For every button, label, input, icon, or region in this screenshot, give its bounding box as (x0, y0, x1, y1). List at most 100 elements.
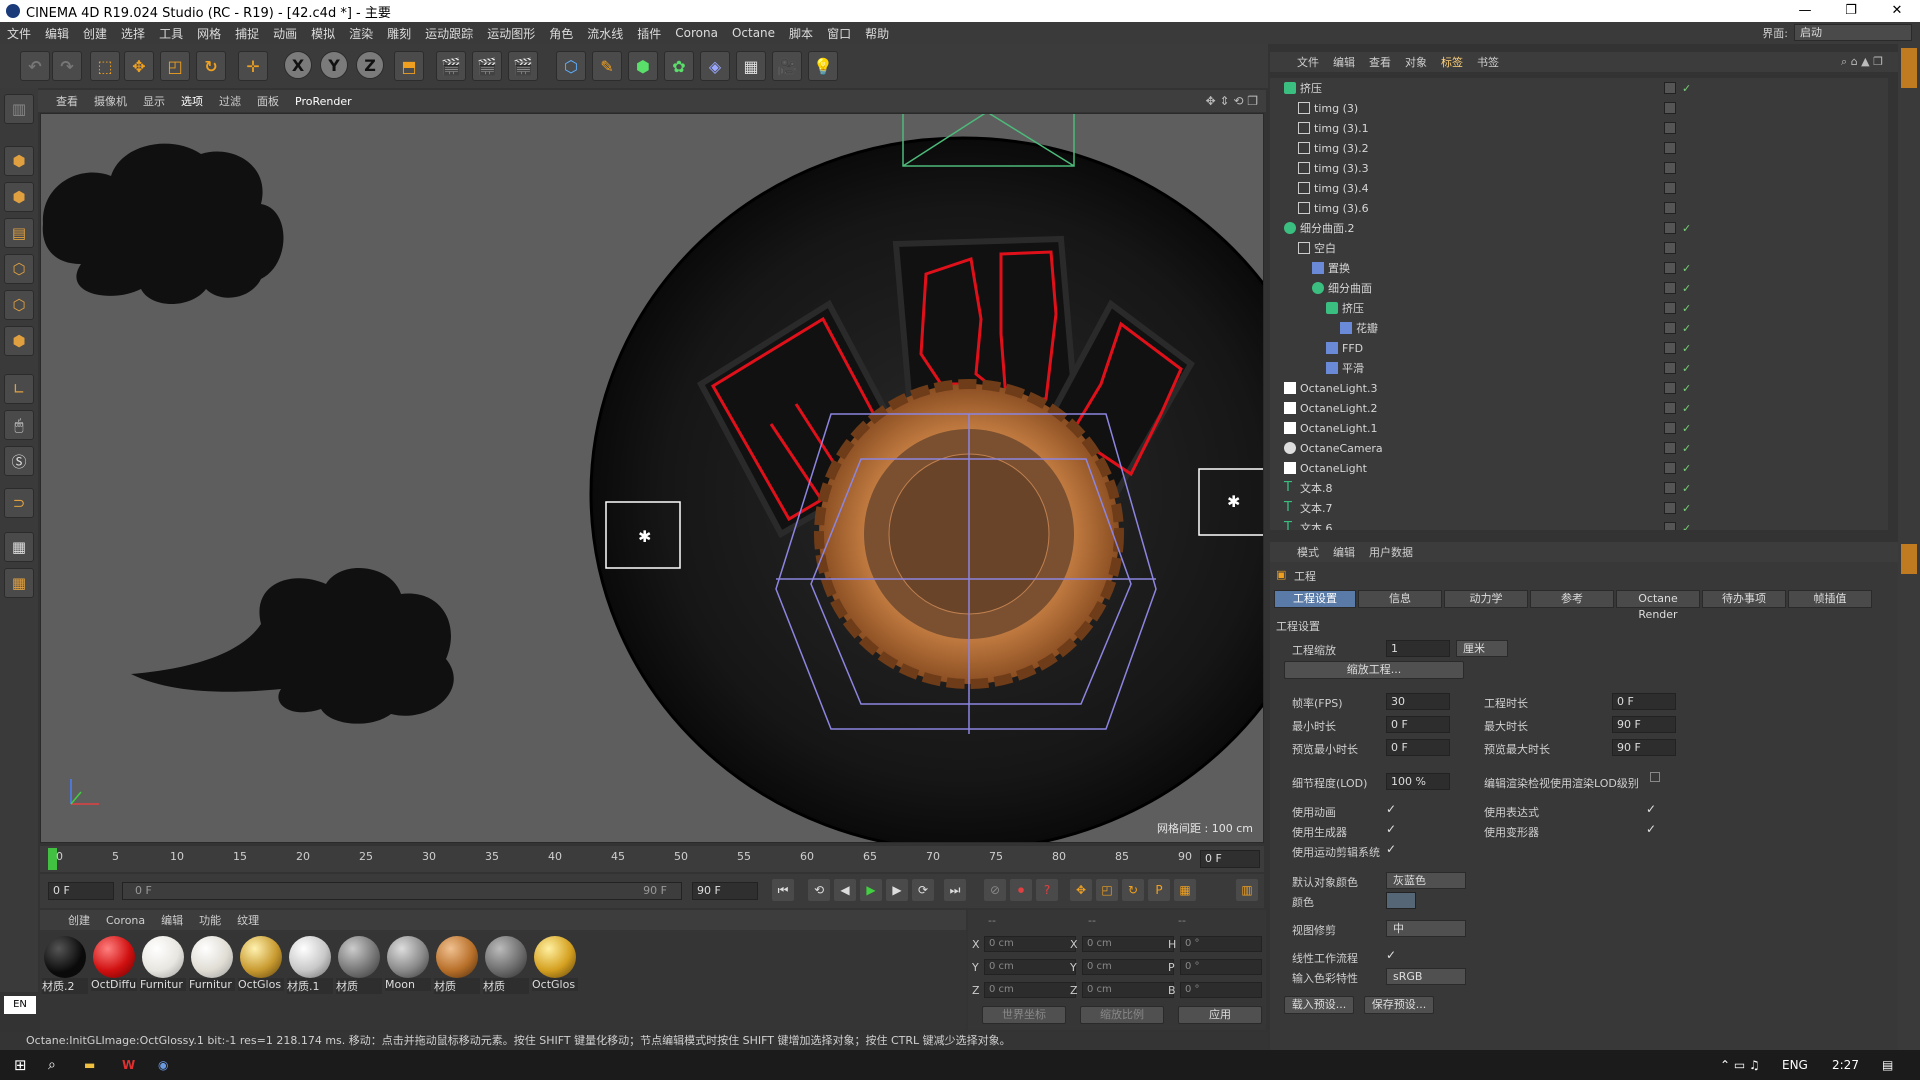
material-swatch[interactable]: 材质.1 (287, 936, 333, 996)
viewport-menu-options[interactable]: 选项 (173, 93, 211, 109)
visibility-toggle[interactable] (1664, 502, 1676, 514)
max-time-field[interactable]: 90 F (1612, 716, 1676, 733)
key-position-icon[interactable]: ✥ (1070, 879, 1092, 901)
visibility-toggle[interactable] (1664, 142, 1676, 154)
object-row[interactable]: timg (3).4 (1270, 178, 1888, 198)
light-icon[interactable]: 💡 (808, 51, 838, 81)
key-param-icon[interactable]: P (1148, 879, 1170, 901)
visibility-toggle[interactable] (1664, 282, 1676, 294)
position-z-field[interactable]: 0 cm (984, 982, 1076, 998)
tab-todo[interactable]: 待办事项 (1702, 590, 1786, 608)
preview-max-field[interactable]: 90 F (1612, 739, 1676, 756)
ime-indicator[interactable]: ENG (1782, 1050, 1808, 1080)
cube-object-icon[interactable]: ⬡ (556, 51, 586, 81)
visibility-toggle[interactable] (1664, 362, 1676, 374)
minimize-button[interactable]: — (1782, 0, 1828, 22)
material-swatch[interactable]: OctDiffu (91, 936, 137, 996)
enabled-check-icon[interactable]: ✓ (1682, 402, 1691, 415)
material-menu-create[interactable]: 创建 (60, 912, 98, 928)
object-row[interactable]: 空白 (1270, 238, 1888, 258)
use-generators-checkbox[interactable]: ✓ (1386, 822, 1396, 836)
size-y-field[interactable]: 0 cm (1082, 959, 1174, 975)
visibility-toggle[interactable] (1664, 102, 1676, 114)
menu-help[interactable]: 帮助 (858, 25, 896, 42)
material-menu-corona[interactable]: Corona (98, 914, 153, 927)
material-swatch[interactable]: 材质 (336, 936, 382, 996)
current-frame-field[interactable]: 0 F (1200, 850, 1260, 868)
coordinate-system-icon[interactable]: ⬒ (394, 51, 424, 81)
material-swatch[interactable]: 材质 (434, 936, 480, 996)
next-key-icon[interactable]: ⟳ (912, 879, 934, 901)
menu-octane[interactable]: Octane (725, 26, 782, 40)
menu-tools[interactable]: 工具 (152, 25, 190, 42)
workplane-icon[interactable]: ▤ (4, 218, 34, 248)
object-row[interactable]: 花瓣 ✓ (1270, 318, 1888, 338)
material-menu-function[interactable]: 功能 (191, 912, 229, 928)
viewport-nav-icons[interactable]: ✥ ⇕ ⟲ ❐ (1206, 94, 1258, 108)
visibility-toggle[interactable] (1664, 82, 1676, 94)
position-y-field[interactable]: 0 cm (984, 959, 1076, 975)
object-menu-bookmarks[interactable]: 书签 (1470, 54, 1506, 70)
rotation-p-field[interactable]: 0 ° (1180, 959, 1262, 975)
object-row[interactable]: timg (3) (1270, 98, 1888, 118)
tab-dynamics[interactable]: 动力学 (1444, 590, 1528, 608)
visibility-toggle[interactable] (1664, 222, 1676, 234)
recent-tool-icon[interactable]: ✛ (238, 51, 268, 81)
fps-field[interactable]: 30 (1386, 693, 1450, 710)
points-mode-icon[interactable]: ⬡ (4, 254, 34, 284)
object-row[interactable]: FFD ✓ (1270, 338, 1888, 358)
enabled-check-icon[interactable]: ✓ (1682, 222, 1691, 235)
visibility-toggle[interactable] (1664, 262, 1676, 274)
save-preset-button[interactable]: 保存预设... (1364, 996, 1434, 1014)
deformer-icon[interactable]: ◈ (700, 51, 730, 81)
tweak-mode-icon[interactable]: 🖱 (4, 410, 34, 440)
close-button[interactable]: ✕ (1874, 0, 1920, 22)
object-row[interactable]: T 文本.8 ✓ (1270, 478, 1888, 498)
size-mode-dropdown[interactable]: 缩放比例 (1080, 1006, 1164, 1024)
menu-snap[interactable]: 捕捉 (228, 25, 266, 42)
project-time-field[interactable]: 0 F (1612, 693, 1676, 710)
material-swatch[interactable]: Moon (385, 936, 431, 996)
object-row[interactable]: timg (3).2 (1270, 138, 1888, 158)
object-menu-file[interactable]: 文件 (1290, 54, 1326, 70)
make-editable-icon[interactable]: ▥ (4, 94, 34, 124)
menu-file[interactable]: 文件 (0, 25, 38, 42)
object-row[interactable]: timg (3).1 (1270, 118, 1888, 138)
menu-create[interactable]: 创建 (76, 25, 114, 42)
material-swatch[interactable]: Furnitur (189, 936, 235, 996)
visibility-toggle[interactable] (1664, 302, 1676, 314)
previous-frame-icon[interactable]: ◀ (834, 879, 856, 901)
material-swatch[interactable]: OctGlos (532, 936, 578, 996)
use-deformers-checkbox[interactable]: ✓ (1646, 822, 1656, 836)
enabled-check-icon[interactable]: ✓ (1682, 382, 1691, 395)
texture-mode-icon[interactable]: ⬢ (4, 182, 34, 212)
enabled-check-icon[interactable]: ✓ (1682, 362, 1691, 375)
viewport-menu-prorender[interactable]: ProRender (287, 95, 360, 108)
tray-icons[interactable]: ⌃ ▭ ♫ (1720, 1050, 1760, 1080)
object-menu-view[interactable]: 查看 (1362, 54, 1398, 70)
cloner-icon[interactable]: ✿ (664, 51, 694, 81)
visibility-toggle[interactable] (1664, 322, 1676, 334)
camera-icon[interactable]: 🎥 (772, 51, 802, 81)
visibility-toggle[interactable] (1664, 462, 1676, 474)
object-row[interactable]: 细分曲面.2 ✓ (1270, 218, 1888, 238)
interface-dropdown[interactable]: 启动 (1794, 24, 1912, 41)
visibility-toggle[interactable] (1664, 422, 1676, 434)
go-to-start-icon[interactable]: ⏮ (772, 879, 794, 901)
enabled-check-icon[interactable]: ✓ (1682, 342, 1691, 355)
model-mode-icon[interactable]: ⬢ (4, 146, 34, 176)
autokey-icon[interactable]: ? (1036, 879, 1058, 901)
tab-project-settings[interactable]: 工程设置 (1274, 590, 1356, 608)
menu-simulate[interactable]: 模拟 (304, 25, 342, 42)
x-axis-lock-button[interactable]: X (284, 51, 312, 79)
coordinate-mode-dropdown[interactable]: 世界坐标 (982, 1006, 1066, 1024)
visibility-toggle[interactable] (1664, 242, 1676, 254)
key-pla-icon[interactable]: ▦ (1174, 879, 1196, 901)
next-frame-icon[interactable]: ▶ (886, 879, 908, 901)
key-rotation-icon[interactable]: ↻ (1122, 879, 1144, 901)
apply-button[interactable]: 应用 (1178, 1006, 1262, 1024)
enabled-check-icon[interactable]: ✓ (1682, 442, 1691, 455)
attr-menu-edit[interactable]: 编辑 (1326, 544, 1362, 560)
project-scale-unit-dropdown[interactable]: 厘米 (1456, 640, 1508, 657)
wps-icon[interactable]: W (122, 1050, 135, 1080)
